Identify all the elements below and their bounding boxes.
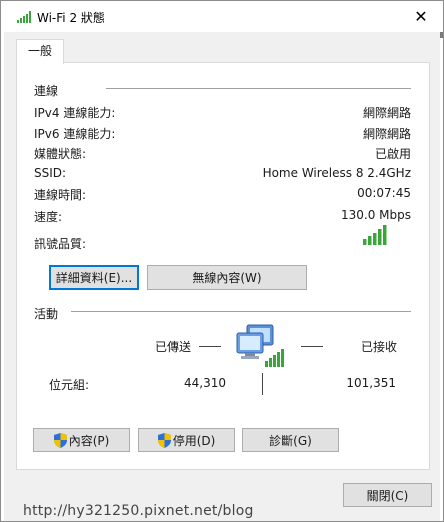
ipv4-value: 網際網路 <box>362 106 411 120</box>
disable-button[interactable]: 停用(D) <box>138 428 235 452</box>
ssid-label: SSID: <box>34 166 67 180</box>
close-window-button[interactable]: ✕ <box>399 1 443 32</box>
sent-dash <box>199 346 221 347</box>
close-icon: ✕ <box>414 7 428 26</box>
media-state-value: 已啟用 <box>374 147 411 161</box>
ipv4-label: IPv4 連線能力: <box>34 106 116 120</box>
ssid-value: Home Wireless 8 2.4GHz <box>262 166 411 180</box>
speed-value: 130.0 Mbps <box>340 208 411 222</box>
sent-label: 已傳送 <box>155 340 192 354</box>
signal-quality-icon <box>363 225 387 245</box>
details-button-label: 詳細資料(E)... <box>55 271 133 285</box>
wifi-signal-icon <box>17 11 31 23</box>
close-button-label: 關閉(C) <box>366 488 409 503</box>
window-title: Wi-Fi 2 狀態 <box>37 11 105 25</box>
network-computers-icon <box>236 324 284 367</box>
uac-shield-icon <box>53 432 67 448</box>
diagnose-button[interactable]: 診斷(G) <box>242 428 339 452</box>
bytes-received-value: 101,351 <box>346 376 396 390</box>
duration-label: 連線時間: <box>34 188 87 202</box>
diagnose-button-label: 診斷(G) <box>269 433 312 448</box>
title-bar[interactable]: Wi-Fi 2 狀態 ✕ <box>1 1 443 32</box>
activity-section-title: 活動 <box>34 307 59 321</box>
signal-quality-label: 訊號品質: <box>34 237 87 251</box>
tab-general[interactable]: 一般 <box>16 39 64 64</box>
disable-button-label: 停用(D) <box>172 433 216 448</box>
status-window: Wi-Fi 2 狀態 ✕ 一般 連線 IPv4 連線能力: 網際網路 IPv6 … <box>0 0 444 522</box>
connection-divider <box>106 88 411 89</box>
ipv6-value: 網際網路 <box>362 127 411 141</box>
duration-value: 00:07:45 <box>357 186 411 200</box>
bytes-sent-value: 44,310 <box>184 376 226 390</box>
wireless-properties-label: 無線內容(W) <box>192 271 262 285</box>
window-border-left <box>1 32 4 521</box>
properties-button[interactable]: 內容(P) <box>33 428 130 452</box>
bytes-label: 位元組: <box>49 378 90 392</box>
media-state-label: 媒體狀態: <box>34 147 87 161</box>
ipv6-label: IPv6 連線能力: <box>34 127 116 141</box>
details-button[interactable]: 詳細資料(E)... <box>49 265 139 290</box>
uac-shield-icon <box>157 432 171 448</box>
activity-divider <box>71 311 411 312</box>
bytes-separator <box>262 373 263 395</box>
window-border-right <box>440 32 443 521</box>
close-button[interactable]: 關閉(C) <box>343 483 432 507</box>
connection-section-title: 連線 <box>34 84 59 98</box>
wireless-properties-button[interactable]: 無線內容(W) <box>147 265 307 290</box>
properties-button-label: 內容(P) <box>68 433 110 448</box>
watermark-text: http://hy321250.pixnet.net/blog <box>23 503 254 519</box>
received-label: 已接收 <box>361 340 398 354</box>
received-dash <box>301 346 323 347</box>
speed-label: 速度: <box>34 210 63 224</box>
